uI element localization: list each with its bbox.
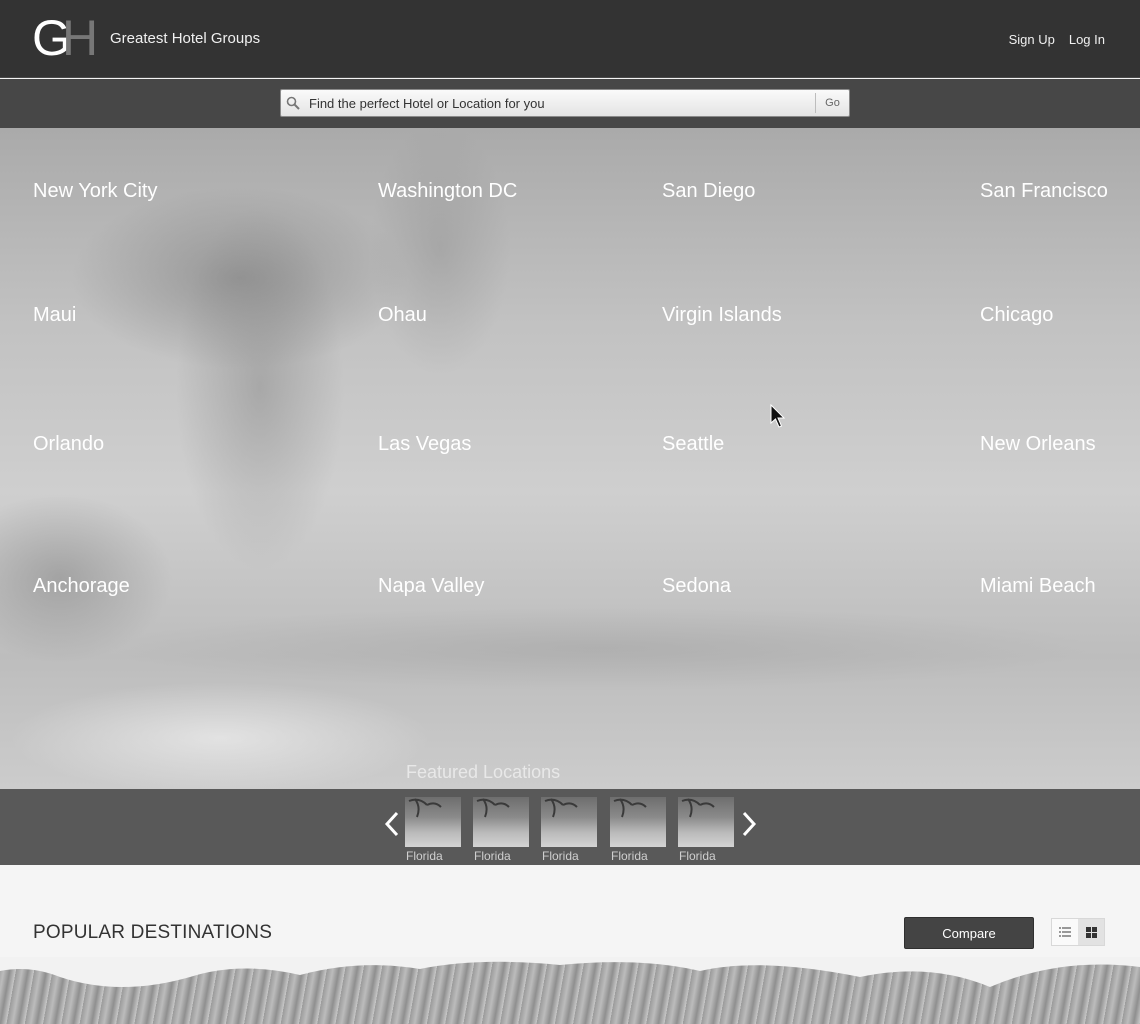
compare-button[interactable]: Compare xyxy=(904,917,1034,949)
grid-view-icon xyxy=(1085,926,1097,938)
go-button[interactable]: Go xyxy=(815,93,849,113)
city-link-ohau[interactable]: Ohau xyxy=(378,304,427,327)
site-logo[interactable]: G H xyxy=(32,10,104,66)
featured-location-label: Florida xyxy=(679,849,716,863)
grid-view-button[interactable] xyxy=(1078,919,1104,945)
city-link-chicago[interactable]: Chicago xyxy=(980,304,1053,327)
popular-destinations-title: POPULAR DESTINATIONS xyxy=(33,922,273,943)
featured-location-label: Florida xyxy=(542,849,579,863)
sign-up-link[interactable]: Sign Up xyxy=(1009,32,1055,47)
city-link-orlando[interactable]: Orlando xyxy=(33,433,104,456)
featured-location-label: Florida xyxy=(474,849,511,863)
account-nav: Sign Up Log In xyxy=(1009,32,1105,47)
featured-carousel: Florida Florida Florida Florida Florida xyxy=(0,789,1140,865)
search-input[interactable] xyxy=(309,92,814,114)
palm-beach-thumbnail xyxy=(610,797,666,847)
palm-beach-thumbnail xyxy=(405,797,461,847)
featured-location-card[interactable]: Florida xyxy=(541,797,597,863)
search-strip: Go xyxy=(0,79,1140,128)
palm-beach-thumbnail xyxy=(541,797,597,847)
city-link-maui[interactable]: Maui xyxy=(33,304,76,327)
destination-image[interactable] xyxy=(0,957,1140,1024)
city-link-anchorage[interactable]: Anchorage xyxy=(33,575,130,598)
search-icon xyxy=(286,96,300,110)
city-link-las-vegas[interactable]: Las Vegas xyxy=(378,433,471,456)
city-link-napa-valley[interactable]: Napa Valley xyxy=(378,575,484,598)
palm-beach-thumbnail xyxy=(473,797,529,847)
city-link-san-francisco[interactable]: San Francisco xyxy=(980,180,1108,203)
city-link-seattle[interactable]: Seattle xyxy=(662,433,724,456)
featured-location-label: Florida xyxy=(406,849,443,863)
city-link-sedona[interactable]: Sedona xyxy=(662,575,731,598)
featured-locations-title: Featured Locations xyxy=(406,762,561,782)
list-view-button[interactable] xyxy=(1052,919,1078,945)
featured-location-card[interactable]: Florida xyxy=(678,797,734,863)
city-link-virgin-islands[interactable]: Virgin Islands xyxy=(662,304,782,327)
view-toggle xyxy=(1051,918,1105,946)
popular-destinations-section: POPULAR DESTINATIONS Compare xyxy=(0,865,1140,957)
logo-letter-h: H xyxy=(62,10,99,66)
featured-location-card[interactable]: Florida xyxy=(473,797,529,863)
featured-location-card[interactable]: Florida xyxy=(405,797,461,863)
search-box: Go xyxy=(280,89,850,117)
mouse-cursor-icon xyxy=(770,404,786,428)
chevron-left-icon[interactable] xyxy=(383,809,403,839)
city-link-washington-dc[interactable]: Washington DC xyxy=(378,180,517,203)
city-link-san-diego[interactable]: San Diego xyxy=(662,180,755,203)
thatched-roof-image xyxy=(0,957,1140,987)
hero-destinations: New York City Washington DC San Diego Sa… xyxy=(0,128,1140,789)
featured-location-label: Florida xyxy=(611,849,648,863)
list-view-icon xyxy=(1059,927,1071,937)
palm-beach-thumbnail xyxy=(678,797,734,847)
city-link-new-orleans[interactable]: New Orleans xyxy=(980,433,1096,456)
chevron-right-icon[interactable] xyxy=(738,809,758,839)
city-link-miami-beach[interactable]: Miami Beach xyxy=(980,575,1096,598)
site-header: G H Greatest Hotel Groups Sign Up Log In xyxy=(0,0,1140,78)
city-link-new-york-city[interactable]: New York City xyxy=(33,180,158,203)
featured-location-card[interactable]: Florida xyxy=(610,797,666,863)
log-in-link[interactable]: Log In xyxy=(1069,32,1105,47)
brand-name: Greatest Hotel Groups xyxy=(110,30,261,47)
